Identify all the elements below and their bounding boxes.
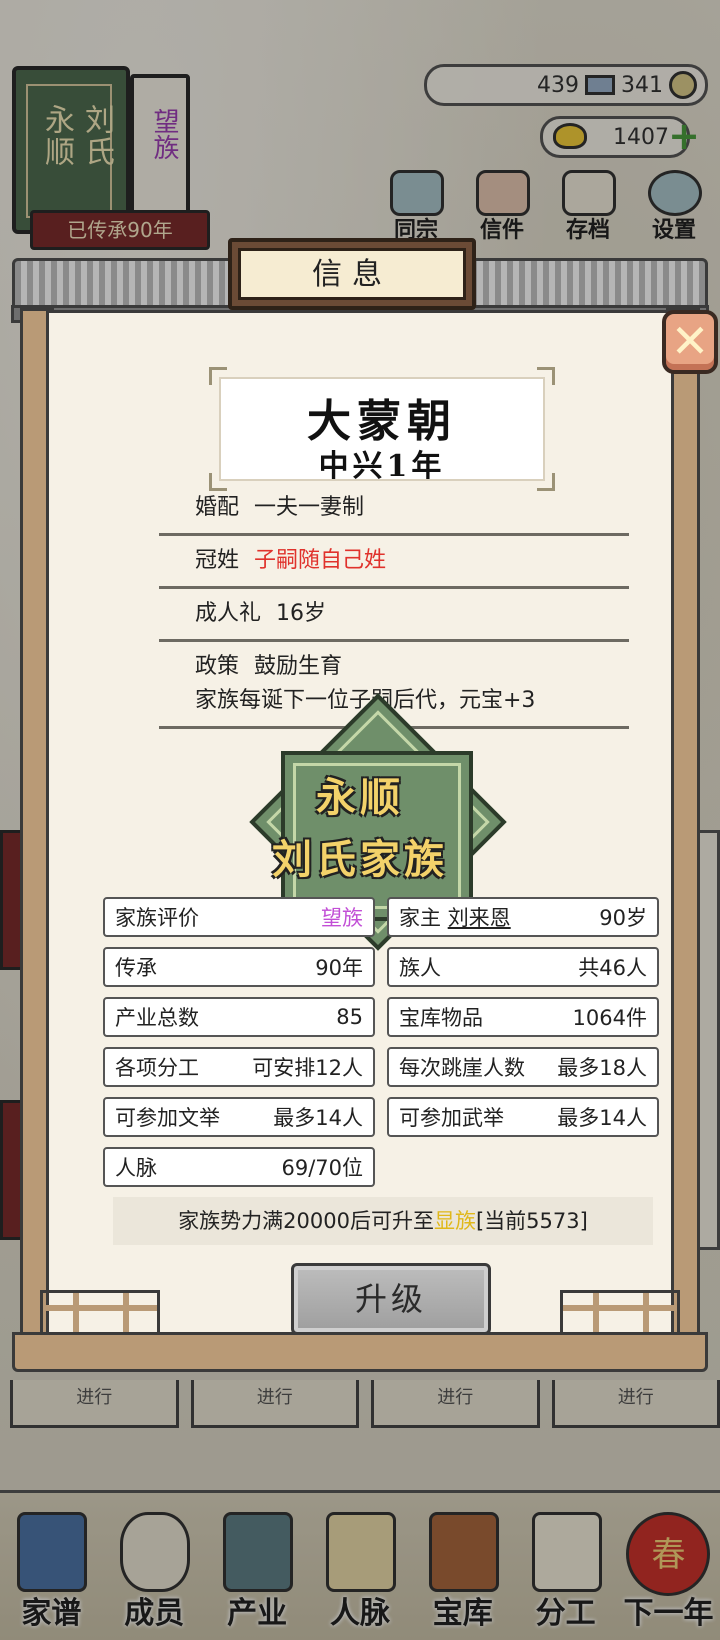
stat-label: 人脉 [115, 1156, 157, 1180]
stat-value: 90年 [315, 956, 363, 980]
rule-surname: 冠姓 子嗣随自己姓 [159, 536, 629, 589]
stat-label: 宝库物品 [399, 1006, 483, 1030]
dynasty-year: 中兴1年 [318, 449, 446, 484]
stat-value: 共46人 [578, 956, 647, 980]
railing-left [40, 1290, 160, 1336]
stat-value: 最多14人 [273, 1106, 363, 1130]
stat-members: 族人 共46人 [387, 947, 659, 987]
notice-next-rank: 显族 [433, 1209, 476, 1233]
notice-suffix: [当前5573] [475, 1209, 588, 1233]
dynasty-box: 大蒙朝 中兴1年 [209, 367, 555, 491]
stat-label: 各项分工 [115, 1056, 199, 1080]
dynasty-name: 大蒙朝 [307, 396, 457, 447]
stat-treasury: 宝库物品 1064件 [387, 997, 659, 1037]
rule-value: 子嗣随自己姓 [254, 548, 387, 573]
stat-label: 族人 [399, 956, 441, 980]
close-icon: ✕ [670, 314, 710, 368]
rule-label: 成人礼 [195, 601, 262, 626]
stat-family-head: 家主 刘来恩 90岁 [387, 897, 659, 937]
modal-title: 信息 [238, 248, 466, 300]
family-head-link[interactable]: 刘来恩 [448, 906, 511, 930]
stat-label: 可参加文举 [115, 1106, 220, 1130]
close-button[interactable]: ✕ [662, 310, 718, 374]
stat-rating: 家族评价 望族 [103, 897, 375, 937]
stat-label: 每次跳崖人数 [399, 1056, 525, 1080]
rules-list: 婚配 一夫一妻制 冠姓 子嗣随自己姓 成人礼 16岁 政策 鼓励生育 家族每诞下… [159, 483, 629, 729]
rule-label: 政策 [195, 654, 240, 679]
corner-ornament [537, 367, 555, 385]
stat-cliff: 每次跳崖人数 最多18人 [387, 1047, 659, 1087]
rule-value: 16岁 [276, 601, 327, 626]
stat-heritage: 传承 90年 [103, 947, 375, 987]
title-plaque: 信息 [228, 238, 476, 310]
rule-value: 一夫一妻制 [254, 495, 365, 520]
emblem-title: 永顺 [316, 774, 404, 821]
stat-value: 85 [336, 1005, 363, 1029]
stats-grid: 家族评价 望族 家主 刘来恩 90岁 传承 90年 族人 共46人 产业总数 8… [103, 897, 659, 1187]
stat-value: 1064件 [572, 1006, 647, 1030]
stat-value: 最多18人 [557, 1056, 647, 1080]
rule-marriage: 婚配 一夫一妻制 [159, 483, 629, 536]
stat-label: 家主 [399, 906, 441, 930]
info-modal: 大蒙朝 中兴1年 婚配 一夫一妻制 冠姓 子嗣随自己姓 成人礼 16岁 政策 鼓… [11, 238, 718, 1400]
stat-value: 69/70位 [281, 1156, 363, 1180]
stat-civil-exam: 可参加文举 最多14人 [103, 1097, 375, 1137]
stat-label: 产业总数 [115, 1006, 199, 1030]
stat-value: 最多14人 [557, 1106, 647, 1130]
stat-network: 人脉 69/70位 [103, 1147, 375, 1187]
stat-value: 可安排12人 [252, 1056, 363, 1080]
rule-coming-of-age: 成人礼 16岁 [159, 589, 629, 642]
stat-labor: 各项分工 可安排12人 [103, 1047, 375, 1087]
railing-right [560, 1290, 680, 1336]
corner-ornament [209, 367, 227, 385]
stat-military-exam: 可参加武举 最多14人 [387, 1097, 659, 1137]
rule-label: 婚配 [195, 495, 240, 520]
rule-label: 冠姓 [195, 548, 240, 573]
stat-label: 可参加武举 [399, 1106, 504, 1130]
stat-value: 望族 [321, 906, 363, 930]
modal-panel: 大蒙朝 中兴1年 婚配 一夫一妻制 冠姓 子嗣随自己姓 成人礼 16岁 政策 鼓… [46, 310, 674, 1340]
stat-industry: 产业总数 85 [103, 997, 375, 1037]
modal-base [12, 1332, 708, 1372]
rule-value: 鼓励生育 [254, 654, 343, 679]
stat-label: 家族评价 [115, 906, 199, 930]
notice-prefix: 家族势力满20000后可升至 [178, 1209, 434, 1233]
stat-label: 传承 [115, 956, 157, 980]
upgrade-notice: 家族势力满20000后可升至显族[当前5573] [113, 1197, 653, 1245]
stat-value: 90岁 [599, 906, 647, 930]
stat-label-group: 家主 刘来恩 [399, 902, 511, 932]
upgrade-button[interactable]: 升级 [291, 1263, 491, 1335]
emblem-subtitle: 刘氏家族 [272, 836, 448, 883]
